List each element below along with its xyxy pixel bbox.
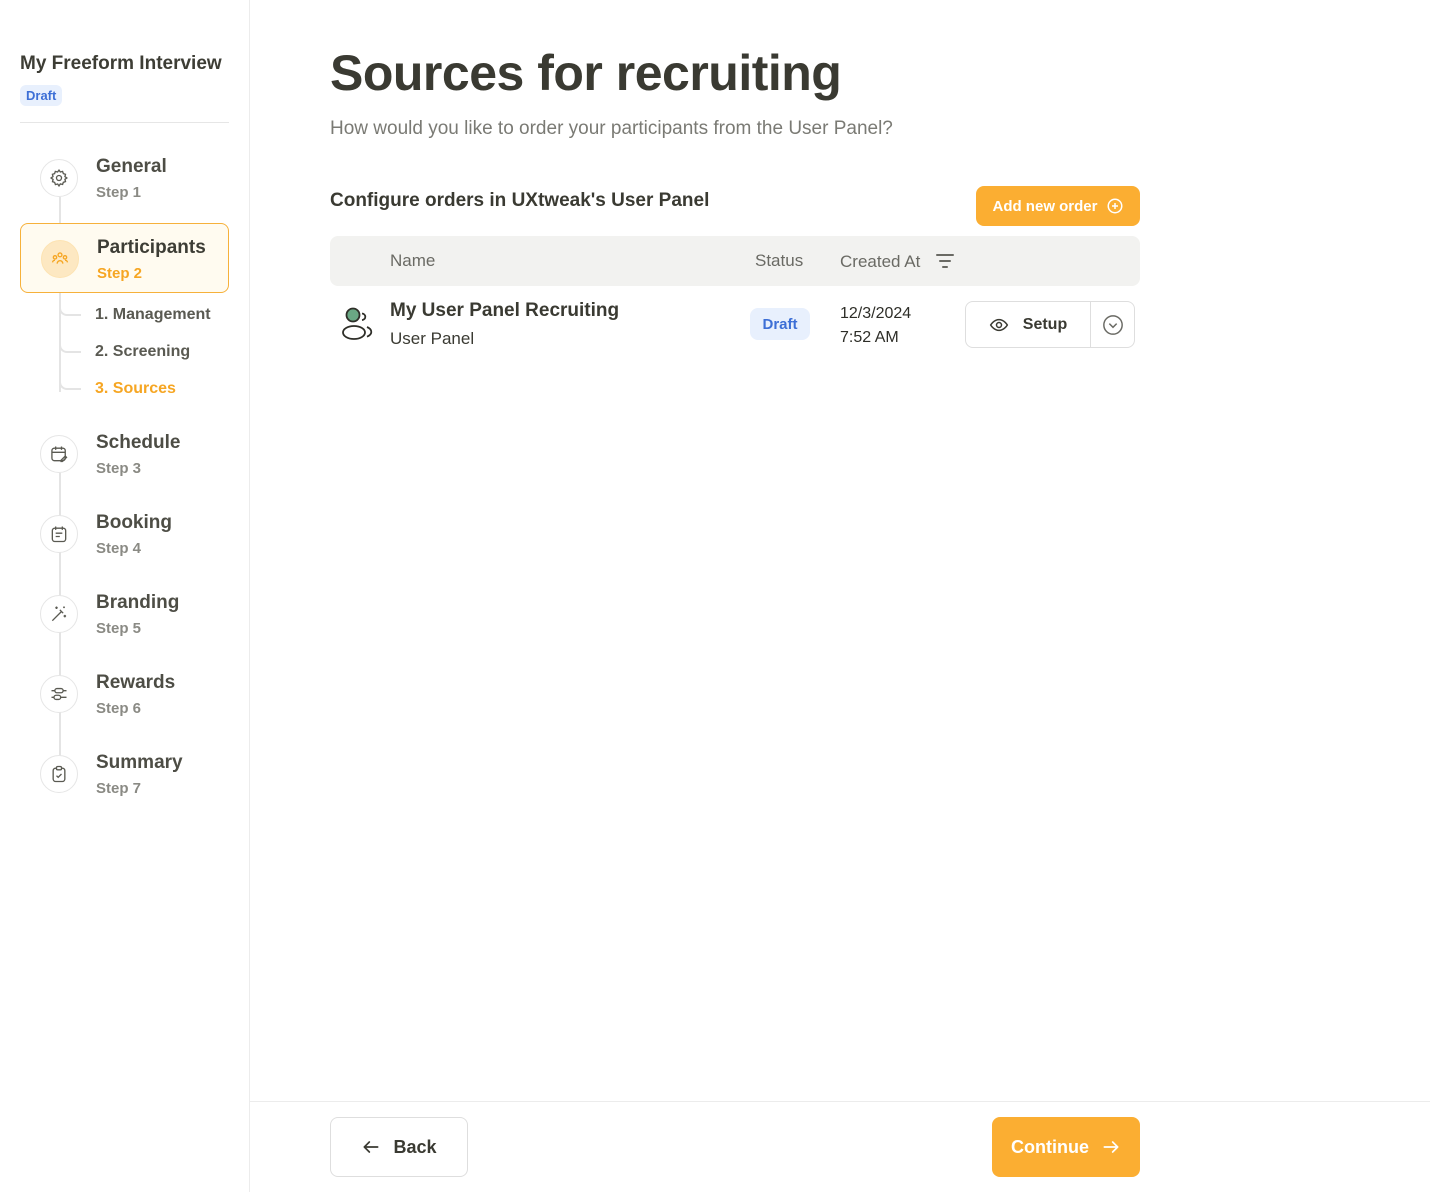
footer-divider xyxy=(250,1101,1430,1102)
substep-connector xyxy=(59,331,81,353)
substep-connector xyxy=(59,368,81,390)
step-name: Booking xyxy=(96,512,172,533)
gear-icon xyxy=(40,159,78,197)
created-date: 12/3/2024 xyxy=(840,305,912,322)
arrow-right-icon xyxy=(1103,1141,1119,1153)
created-time: 7:52 AM xyxy=(840,329,899,346)
column-status: Status xyxy=(755,251,804,270)
setup-label: Setup xyxy=(1022,315,1068,333)
step-name: Branding xyxy=(96,592,180,613)
chevron-down-circle-icon xyxy=(1103,314,1123,335)
sliders-icon xyxy=(40,675,78,713)
continue-label: Continue xyxy=(1011,1136,1089,1157)
step-number: Step 5 xyxy=(96,620,142,637)
page-title: Sources for recruiting xyxy=(330,45,842,101)
step-number: Step 7 xyxy=(96,780,142,797)
step-name: Schedule xyxy=(96,432,181,453)
substep-connector xyxy=(59,294,81,316)
step-name: Summary xyxy=(96,752,183,773)
step-number: Step 4 xyxy=(96,540,142,557)
continue-button[interactable]: Continue xyxy=(992,1117,1140,1177)
step-number: Step 6 xyxy=(96,700,142,717)
back-label: Back xyxy=(393,1136,437,1157)
step-schedule[interactable]: Schedule Step 3 xyxy=(20,419,229,489)
project-status-badge: Draft xyxy=(20,85,63,106)
step-name: Participants xyxy=(97,237,206,258)
add-new-order-button[interactable]: Add new order xyxy=(976,186,1140,226)
participants-icon xyxy=(41,240,79,278)
order-type: User Panel xyxy=(390,329,475,348)
magic-wand-icon xyxy=(40,595,78,633)
project-title: My Freeform Interview xyxy=(20,53,222,74)
section-title: Configure orders in UXtweak's User Panel xyxy=(330,190,710,211)
substep-management[interactable]: 1. Management xyxy=(95,306,211,324)
step-booking[interactable]: Booking Step 4 xyxy=(20,499,229,569)
step-participants[interactable]: Participants Step 2 xyxy=(20,223,229,293)
column-created-at[interactable]: Created At xyxy=(840,252,920,272)
plus-circle-icon xyxy=(1107,198,1122,214)
more-options-button[interactable] xyxy=(1091,302,1135,347)
back-button[interactable]: Back xyxy=(330,1117,468,1177)
step-number: Step 1 xyxy=(96,184,142,201)
user-panel-icon xyxy=(342,307,373,340)
arrow-left-icon xyxy=(363,1141,379,1153)
add-new-order-label: Add new order xyxy=(992,197,1098,215)
setup-button[interactable]: Setup xyxy=(966,302,1091,347)
row-actions: Setup xyxy=(965,301,1135,348)
eye-icon xyxy=(989,318,1008,331)
created-at: 12/3/2024 7:52 AM xyxy=(840,302,911,350)
table-row[interactable]: My User Panel Recruiting User Panel Draf… xyxy=(330,286,1140,366)
step-number: Step 2 xyxy=(97,265,143,282)
column-name: Name xyxy=(390,251,436,270)
step-general[interactable]: General Step 1 xyxy=(20,143,229,213)
calendar-icon xyxy=(40,515,78,553)
substep-sources[interactable]: 3. Sources xyxy=(95,380,176,398)
step-name: General xyxy=(96,156,167,177)
sidebar-divider xyxy=(20,122,229,123)
order-name: My User Panel Recruiting xyxy=(390,300,620,321)
step-summary[interactable]: Summary Step 7 xyxy=(20,739,229,809)
step-number: Step 3 xyxy=(96,460,142,477)
sidebar: My Freeform Interview Draft General Step… xyxy=(0,0,250,1192)
table-header: Name Status Created At xyxy=(330,236,1140,286)
main-content: Sources for recruiting How would you lik… xyxy=(250,0,1430,1192)
step-rewards[interactable]: Rewards Step 6 xyxy=(20,659,229,729)
substep-screening[interactable]: 2. Screening xyxy=(95,343,190,361)
calendar-edit-icon xyxy=(40,435,78,473)
status-badge: Draft xyxy=(750,308,810,340)
step-branding[interactable]: Branding Step 5 xyxy=(20,579,229,649)
clipboard-check-icon xyxy=(40,755,78,793)
filter-icon[interactable] xyxy=(935,252,955,270)
page-subtitle: How would you like to order your partici… xyxy=(330,118,893,139)
step-name: Rewards xyxy=(96,672,176,693)
